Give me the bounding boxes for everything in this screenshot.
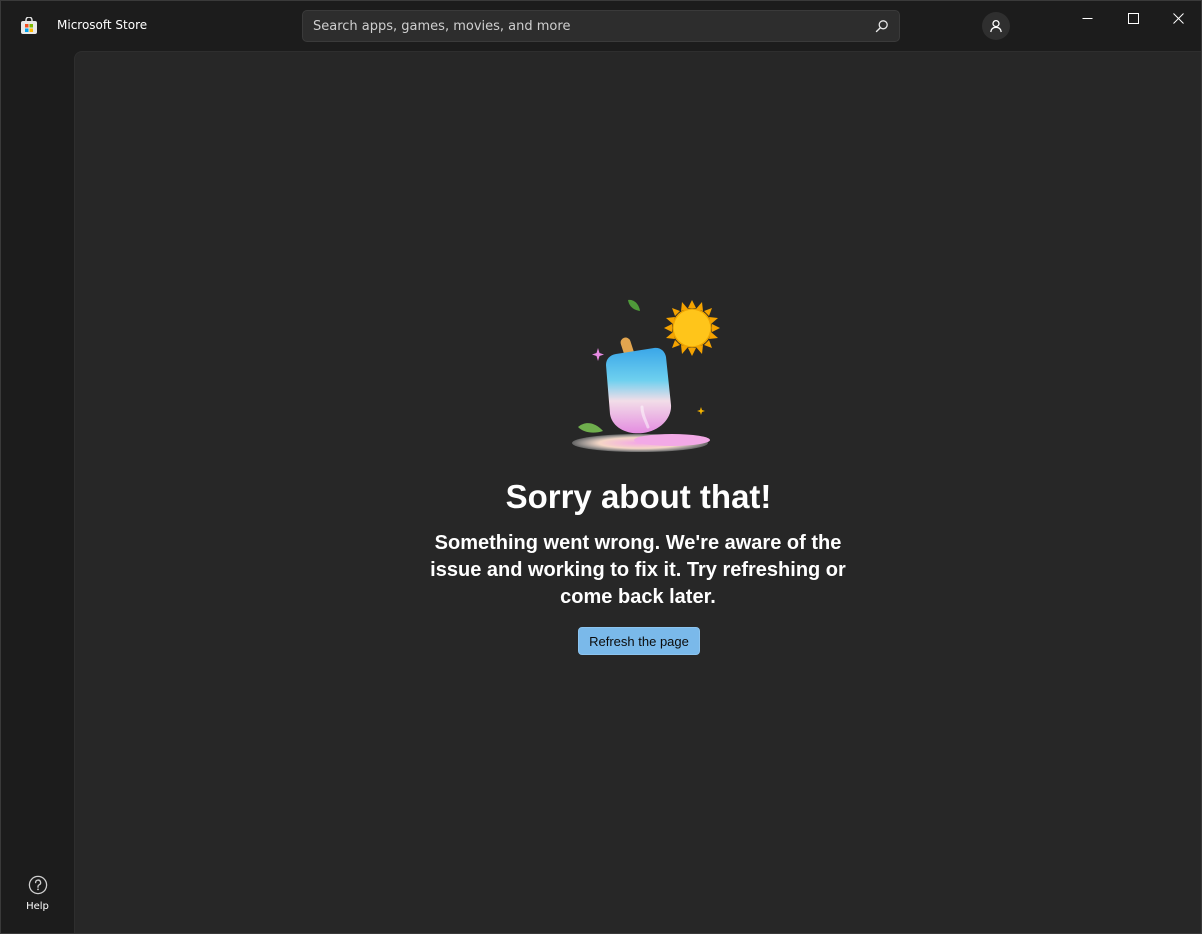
minimize-icon xyxy=(1082,17,1092,19)
close-button[interactable] xyxy=(1155,1,1201,35)
person-icon xyxy=(990,19,1002,33)
maximize-icon xyxy=(1127,12,1139,24)
help-label: Help xyxy=(26,901,49,912)
maximize-button[interactable] xyxy=(1110,1,1156,35)
refresh-button[interactable]: Refresh the page xyxy=(578,627,700,655)
store-bag-icon xyxy=(21,17,37,34)
search-icon[interactable] xyxy=(875,19,889,33)
title-bar[interactable]: Microsoft Store xyxy=(1,1,1201,51)
store-window: Microsoft Store Search apps, games, movi… xyxy=(0,0,1202,934)
main-panel: Sorry about that! Something went wrong. … xyxy=(74,51,1201,933)
help-icon xyxy=(28,875,47,895)
error-title: Sorry about that! xyxy=(505,478,772,515)
help-button[interactable]: Help xyxy=(1,875,74,925)
search-box[interactable] xyxy=(302,10,900,42)
sidebar: Help xyxy=(1,51,74,933)
search-input[interactable] xyxy=(313,11,853,41)
error-message: Something went wrong. We're aware of the… xyxy=(430,532,846,608)
minimize-button[interactable] xyxy=(1064,1,1110,35)
close-icon xyxy=(1172,12,1184,24)
app-title: Microsoft Store xyxy=(57,18,148,32)
account-button[interactable] xyxy=(982,12,1010,40)
melting-popsicle-illustration xyxy=(572,299,720,452)
